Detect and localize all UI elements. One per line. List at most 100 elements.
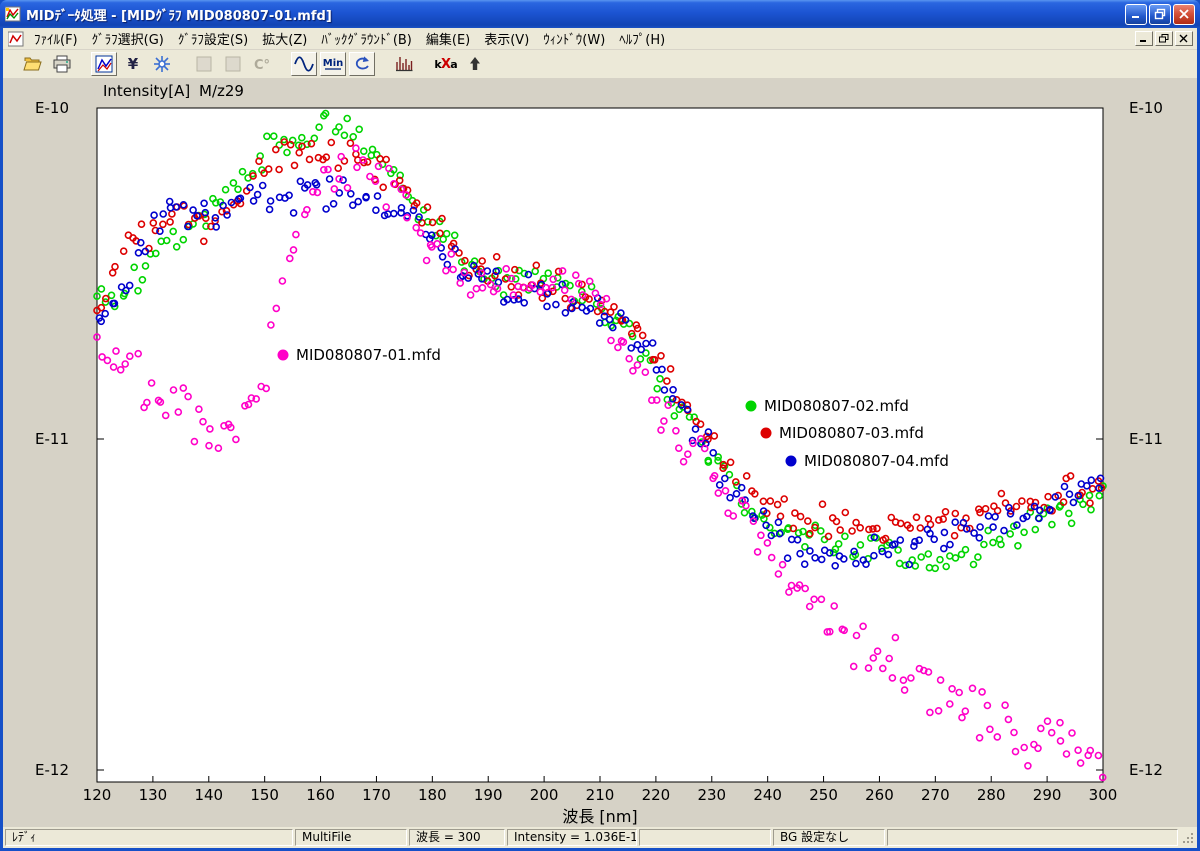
svg-text:Intensity[A]: Intensity[A]	[103, 82, 190, 100]
toolbar-button-blank-1	[191, 52, 217, 76]
svg-text:140: 140	[194, 786, 223, 804]
svg-text:MID080807-04.mfd: MID080807-04.mfd	[804, 452, 949, 470]
sine-icon	[293, 54, 315, 74]
toolbar-button-blank-2	[220, 52, 246, 76]
toolbar-button-undo-loop[interactable]	[349, 52, 375, 76]
svg-text:210: 210	[586, 786, 615, 804]
legend-marker	[746, 401, 757, 412]
window-content: ﾌｧｲﾙ(F)ｸﾞﾗﾌ選択(G)ｸﾞﾗﾌ設定(S)拡大(Z)ﾊﾞｯｸｸﾞﾗｳﾝﾄ…	[3, 28, 1197, 848]
mdi-restore-button[interactable]	[1155, 31, 1173, 46]
blank-2-icon	[223, 54, 243, 74]
svg-text:E-10: E-10	[1129, 99, 1163, 117]
comb-icon	[394, 54, 414, 74]
celsius-icon: C°	[252, 54, 272, 74]
svg-text:150: 150	[250, 786, 279, 804]
menu-item-file[interactable]: ﾌｧｲﾙ(F)	[27, 27, 85, 50]
close-button[interactable]	[1173, 4, 1195, 25]
toolbar-button-min[interactable]: Min	[320, 52, 346, 76]
mdi-minimize-button[interactable]	[1135, 31, 1153, 46]
resize-grip[interactable]	[1180, 830, 1195, 845]
svg-text:MID080807-02.mfd: MID080807-02.mfd	[764, 397, 909, 415]
client-area: Intensity[A] M/z29 120 130 140 150 160 170 180 19…	[3, 78, 1197, 827]
svg-text:波長 [nm]: 波長 [nm]	[562, 807, 637, 826]
status-panel-spacer	[639, 829, 771, 846]
legend-marker	[786, 456, 797, 467]
minimize-button[interactable]	[1125, 4, 1147, 25]
status-bar: ﾚﾃﾞｨMultiFile波長 = 300Intensity = 1.036E-…	[3, 827, 1197, 848]
menu-item-window[interactable]: ｳｨﾝﾄﾞｳ(W)	[536, 27, 612, 50]
toolbar-button-eject-up[interactable]	[462, 52, 488, 76]
eject-up-icon	[465, 54, 485, 74]
toolbar-button-graph-select[interactable]	[91, 52, 117, 76]
svg-text:290: 290	[1033, 786, 1062, 804]
svg-text:280: 280	[977, 786, 1006, 804]
toolbar-button-kxa[interactable]: kXa	[433, 52, 459, 76]
legend-marker	[761, 428, 772, 439]
mdi-close-button[interactable]	[1175, 31, 1193, 46]
svg-text:MID080807-01.mfd: MID080807-01.mfd	[296, 346, 441, 364]
menu-item-edit[interactable]: 編集(E)	[419, 27, 477, 50]
status-panel-bg-setting: BG 設定なし	[773, 829, 885, 846]
svg-text:190: 190	[474, 786, 503, 804]
plot-area[interactable]	[97, 108, 1103, 782]
mdi-child-controls	[1135, 31, 1195, 46]
toolbar-button-gear[interactable]	[149, 52, 175, 76]
svg-text:170: 170	[362, 786, 391, 804]
app-window: MIDﾃﾞｰﾀ処理 - [MIDｸﾞﾗﾌ MID080807-01.mfd] ﾌ…	[0, 0, 1200, 851]
toolbar-button-celsius: C°	[249, 52, 275, 76]
svg-text:220: 220	[642, 786, 671, 804]
svg-text:E-12: E-12	[35, 761, 69, 779]
svg-text:180: 180	[418, 786, 447, 804]
status-panel-ready: ﾚﾃﾞｨ	[5, 829, 293, 846]
graph-select-icon	[94, 54, 114, 74]
svg-text:E-10: E-10	[35, 99, 69, 117]
svg-text:M/z29: M/z29	[199, 82, 244, 100]
status-panel-multifile: MultiFile	[295, 829, 407, 846]
kxa-icon: kXa	[434, 54, 458, 74]
menu-item-zoom[interactable]: 拡大(Z)	[255, 27, 314, 50]
menu-items: ﾌｧｲﾙ(F)ｸﾞﾗﾌ選択(G)ｸﾞﾗﾌ設定(S)拡大(Z)ﾊﾞｯｸｸﾞﾗｳﾝﾄ…	[27, 27, 672, 50]
min-icon: Min	[322, 54, 344, 74]
restore-button[interactable]	[1149, 4, 1171, 25]
gear-icon	[152, 54, 172, 74]
status-panel-wavelength: 波長 = 300	[409, 829, 505, 846]
toolbar-button-comb[interactable]	[391, 52, 417, 76]
open-folder-icon	[23, 54, 43, 74]
title-bar[interactable]: MIDﾃﾞｰﾀ処理 - [MIDｸﾞﾗﾌ MID080807-01.mfd]	[0, 0, 1200, 28]
svg-text:130: 130	[139, 786, 168, 804]
toolbar-button-open-folder[interactable]	[20, 52, 46, 76]
menu-item-background[interactable]: ﾊﾞｯｸｸﾞﾗｳﾝﾄﾞ(B)	[314, 27, 419, 50]
toolbar-button-print[interactable]	[49, 52, 75, 76]
app-icon	[5, 6, 21, 22]
menu-item-view[interactable]: 表示(V)	[477, 27, 536, 50]
status-panel-intensity: Intensity = 1.036E-12	[507, 829, 637, 846]
svg-text:E-11: E-11	[1129, 430, 1163, 448]
toolbar-button-yen[interactable]: ¥	[120, 52, 146, 76]
svg-text:160: 160	[306, 786, 335, 804]
toolbar: ¥ C° Min kXa	[3, 50, 1197, 78]
svg-text:250: 250	[809, 786, 838, 804]
svg-text:Min: Min	[323, 58, 344, 69]
svg-text:C°: C°	[254, 58, 270, 73]
toolbar-button-sine[interactable]	[291, 52, 317, 76]
svg-text:200: 200	[530, 786, 559, 804]
svg-text:230: 230	[697, 786, 726, 804]
svg-text:300: 300	[1089, 786, 1118, 804]
svg-text:270: 270	[921, 786, 950, 804]
plot-svg: Intensity[A] M/z29 120 130 140 150 160 170 180 19…	[3, 78, 1197, 827]
svg-text:E-12: E-12	[1129, 761, 1163, 779]
menu-item-graph-select[interactable]: ｸﾞﾗﾌ選択(G)	[85, 27, 171, 50]
window-controls	[1125, 4, 1195, 25]
legend-marker	[278, 350, 289, 361]
menu-item-help[interactable]: ﾍﾙﾌﾟ(H)	[612, 27, 672, 50]
blank-1-icon	[194, 54, 214, 74]
svg-text:¥: ¥	[128, 55, 139, 73]
child-window-icon[interactable]	[8, 31, 24, 47]
svg-text:240: 240	[753, 786, 782, 804]
print-icon	[52, 54, 72, 74]
menu-item-graph-settings[interactable]: ｸﾞﾗﾌ設定(S)	[171, 27, 255, 50]
svg-text:a: a	[450, 58, 457, 71]
menu-bar: ﾌｧｲﾙ(F)ｸﾞﾗﾌ選択(G)ｸﾞﾗﾌ設定(S)拡大(Z)ﾊﾞｯｸｸﾞﾗｳﾝﾄ…	[3, 28, 1197, 50]
svg-text:120: 120	[83, 786, 112, 804]
yen-icon: ¥	[123, 54, 143, 74]
